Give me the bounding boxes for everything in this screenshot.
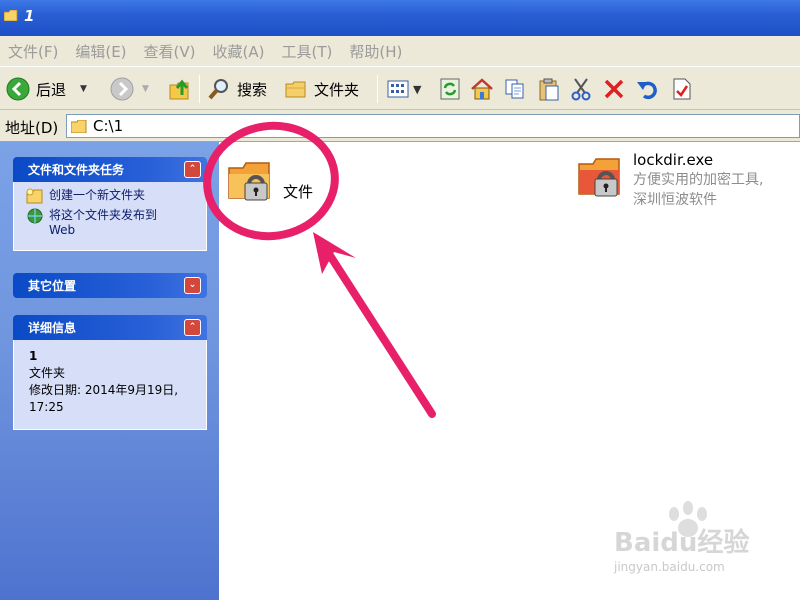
menu-tools[interactable]: 工具(T) [281, 41, 332, 62]
expand-down-icon[interactable]: ⌄ [184, 277, 201, 294]
task-publish-web[interactable]: 将这个文件夹发布到 Web [26, 208, 200, 238]
menu-edit[interactable]: 编辑(E) [75, 41, 126, 62]
views-button[interactable]: ▼ [386, 67, 421, 111]
baidu-watermark: Baidu经验 jingyan.baidu.com [612, 501, 792, 588]
folder-icon [71, 119, 87, 133]
details-modified: 修改日期: 2014年9月19日, [29, 383, 179, 397]
file-item-exe[interactable]: lockdir.exe 方便实用的加密工具, 深圳恒波软件 [575, 150, 763, 210]
details-type: 文件夹 [29, 366, 66, 380]
copy-icon [505, 79, 524, 99]
paste-icon [539, 78, 559, 101]
menu-view[interactable]: 查看(V) [144, 41, 196, 62]
other-places-group: 其它位置 ⌄ [13, 273, 207, 298]
search-icon [208, 79, 228, 100]
details-name: 1 [29, 349, 38, 363]
watermark-url: jingyan.baidu.com [614, 560, 725, 574]
collapse-up-icon[interactable]: ⌃ [184, 161, 201, 178]
locked-folder-icon [228, 162, 270, 201]
properties-icon [673, 78, 691, 100]
file-tasks-header[interactable]: 文件和文件夹任务 ⌃ [13, 157, 207, 182]
refresh-button[interactable] [439, 67, 461, 111]
undo-button[interactable] [636, 67, 660, 111]
forward-arrow-icon [110, 77, 134, 101]
details-title: 详细信息 [28, 321, 77, 335]
menu-help[interactable]: 帮助(H) [349, 41, 402, 62]
folders-label: 文件夹 [314, 80, 360, 99]
task-new-folder[interactable]: 创建一个新文件夹 [26, 188, 200, 204]
file-company: 深圳恒波软件 [633, 192, 717, 208]
back-arrow-icon [6, 77, 30, 101]
details-modified-time: 17:25 [29, 400, 64, 414]
scissors-icon [571, 78, 591, 101]
views-icon [387, 80, 409, 98]
details-body: 1 文件夹 修改日期: 2014年9月19日, 17:25 [13, 340, 207, 430]
search-button[interactable]: 搜索 [207, 67, 267, 111]
home-icon [471, 78, 493, 100]
toolbar: 后退 ▼ ▼ 搜索 文件夹 ▼ [0, 66, 800, 110]
file-name: lockdir.exe [633, 151, 714, 169]
views-dropdown-icon[interactable]: ▼ [413, 83, 421, 96]
globe-icon [27, 208, 43, 224]
title-bar: 1 [0, 0, 800, 36]
details-header[interactable]: 详细信息 ⌃ [13, 315, 207, 340]
menu-file[interactable]: 文件(F) [8, 41, 58, 62]
file-name: 文件 [283, 183, 314, 201]
undo-icon [637, 81, 657, 100]
task-new-folder-label: 创建一个新文件夹 [49, 188, 146, 202]
folder-icon [4, 10, 18, 21]
task-publish-web-label: 将这个文件夹发布到 Web [49, 208, 158, 237]
other-places-header[interactable]: 其它位置 ⌄ [13, 273, 207, 298]
back-button[interactable]: 后退 ▼ [6, 67, 87, 111]
task-pane: 文件和文件夹任务 ⌃ 创建一个新文件夹 将这个文件夹发布到 Web 其它位置 ⌄… [0, 142, 219, 600]
cut-button[interactable] [570, 67, 592, 111]
watermark-brand: Baidu经验 [614, 528, 750, 558]
collapse-up-icon[interactable]: ⌃ [184, 319, 201, 336]
home-button[interactable] [470, 67, 494, 111]
paste-button[interactable] [538, 67, 560, 111]
details-group: 详细信息 ⌃ 1 文件夹 修改日期: 2014年9月19日, 17:25 [13, 315, 207, 430]
file-description: 方便实用的加密工具, [633, 172, 764, 188]
menu-bar: 文件(F) 编辑(E) 查看(V) 收藏(A) 工具(T) 帮助(H) [0, 36, 800, 66]
address-field[interactable]: C:\1 [66, 114, 800, 138]
file-tasks-body: 创建一个新文件夹 将这个文件夹发布到 Web [13, 182, 207, 251]
address-path: C:\1 [93, 117, 124, 135]
back-dropdown-icon[interactable]: ▼ [80, 84, 87, 94]
folders-button[interactable]: 文件夹 [284, 67, 359, 111]
file-tasks-group: 文件和文件夹任务 ⌃ 创建一个新文件夹 将这个文件夹发布到 Web [13, 157, 207, 251]
address-bar: 地址(D) C:\1 [0, 110, 800, 142]
locked-folder-icon [578, 158, 620, 197]
file-item-folder[interactable]: 文件 [225, 154, 313, 210]
search-label: 搜索 [237, 80, 268, 99]
refresh-icon [440, 78, 460, 100]
other-places-title: 其它位置 [28, 279, 77, 293]
properties-button[interactable] [672, 67, 692, 111]
address-label: 地址(D) [5, 119, 59, 137]
window-title: 1 [24, 7, 35, 25]
forward-button[interactable]: ▼ [110, 67, 149, 111]
forward-dropdown-icon[interactable]: ▼ [142, 84, 149, 94]
folders-icon [285, 81, 306, 98]
delete-button[interactable] [603, 67, 625, 111]
file-tasks-title: 文件和文件夹任务 [28, 163, 125, 177]
copy-to-button[interactable] [504, 67, 526, 111]
up-folder-icon [169, 79, 189, 100]
delete-x-icon [604, 79, 624, 99]
new-folder-icon [26, 188, 43, 204]
menu-favorites[interactable]: 收藏(A) [213, 41, 265, 62]
back-label: 后退 [36, 80, 67, 99]
up-folder-button[interactable] [168, 67, 192, 111]
